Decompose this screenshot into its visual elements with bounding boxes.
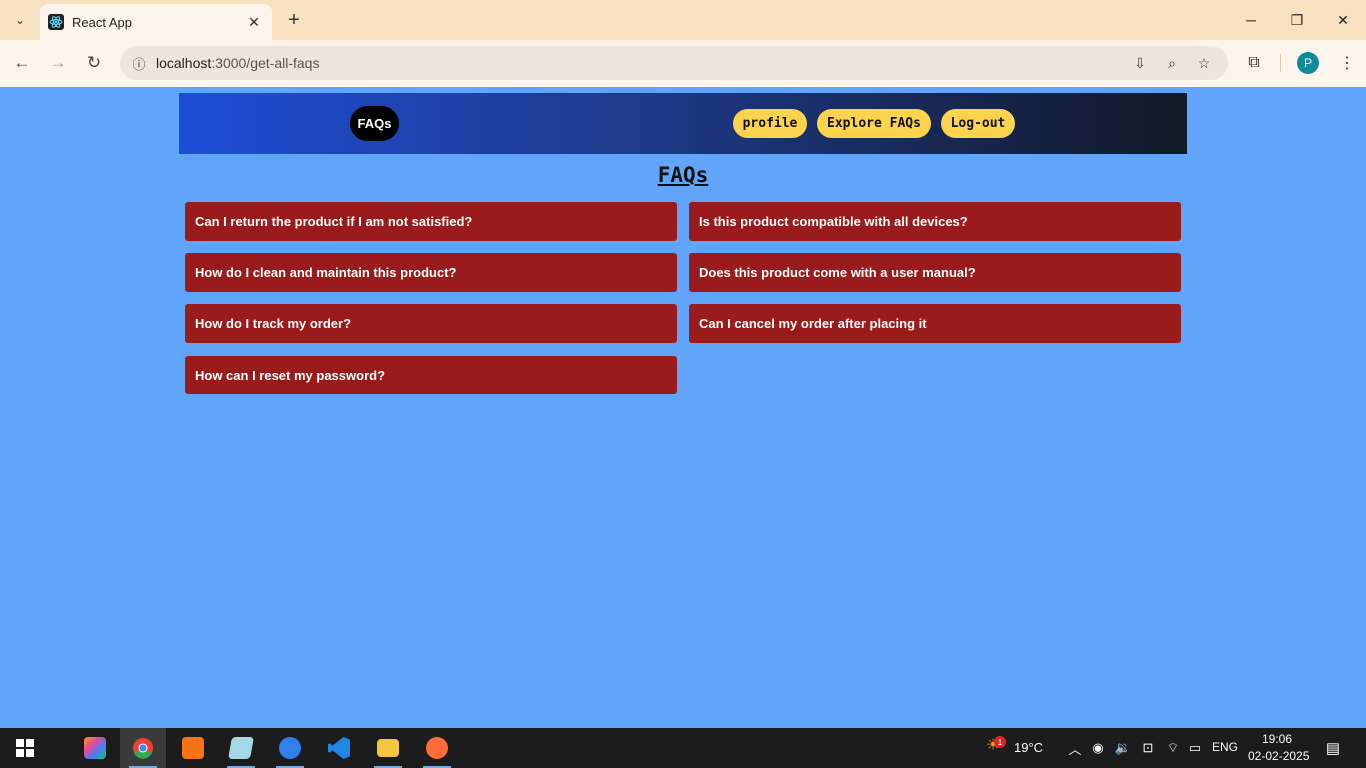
faq-item[interactable]: Does this product come with a user manua… (689, 253, 1181, 292)
language-indicator[interactable]: ENG (1212, 740, 1238, 754)
address-bar[interactable]: ⓘ localhost:3000/get-all-faqs (120, 46, 1228, 80)
new-tab-plus-icon[interactable]: + (282, 8, 306, 32)
clock-time[interactable]: 19:06 (1262, 732, 1292, 746)
postman-icon[interactable] (414, 728, 460, 768)
weather-badge: 1 (994, 736, 1006, 748)
profile-avatar[interactable]: P (1297, 52, 1319, 74)
toolbar-divider (1280, 54, 1281, 72)
wifi-icon[interactable]: ⌔ (1164, 740, 1182, 756)
notifications-icon[interactable]: ▤ (1324, 740, 1342, 757)
tab-title: React App (72, 14, 132, 30)
nav-profile-button[interactable]: profile (733, 109, 807, 138)
nav-explore-faqs-button[interactable]: Explore FAQs (817, 109, 931, 138)
faq-item[interactable]: How do I clean and maintain this product… (185, 253, 677, 292)
chrome-icon[interactable] (120, 728, 166, 768)
site-navbar: FAQs profile Explore FAQs Log-out (179, 93, 1187, 154)
windows-taskbar: ☀ 1 19°C ︿ ◉ 🔉 ⊡ ⌔ ▭ ENG 19:06 02-02-202… (0, 728, 1366, 768)
tab-search-chevron-icon[interactable]: ⌄ (8, 8, 32, 32)
faq-item[interactable]: How do I track my order? (185, 304, 677, 343)
nav-logout-button[interactable]: Log-out (941, 109, 1015, 138)
volume-icon[interactable]: 🔉 (1114, 740, 1132, 756)
battery-icon[interactable]: ▭ (1186, 740, 1204, 756)
url-text[interactable]: localhost:3000/get-all-faqs (156, 55, 319, 71)
install-app-icon[interactable]: ⇩ (1130, 53, 1150, 73)
xampp-icon[interactable] (170, 728, 216, 768)
page-content: FAQs profile Explore FAQs Log-out FAQs C… (0, 87, 1366, 728)
faq-item[interactable]: Can I return the product if I am not sat… (185, 202, 677, 241)
site-info-icon[interactable]: ⓘ (122, 54, 156, 73)
menu-kebab-icon[interactable]: ⋮ (1333, 49, 1361, 77)
browser-toolbar: ← → ↻ ⓘ localhost:3000/get-all-faqs ⇩ ⌕ … (0, 40, 1366, 87)
notepad-icon[interactable] (218, 728, 264, 768)
extensions-puzzle-icon[interactable]: ⧉ (1240, 49, 1268, 77)
browser-tab[interactable]: React App ✕ (40, 4, 272, 40)
faq-item[interactable]: Is this product compatible with all devi… (689, 202, 1181, 241)
copilot-icon[interactable] (72, 728, 118, 768)
file-explorer-icon[interactable] (365, 728, 411, 768)
browser-tab-bar: ⌄ React App ✕ + ─ ❐ ✕ (0, 0, 1366, 40)
faq-item[interactable]: Can I cancel my order after placing it (689, 304, 1181, 343)
restore-icon[interactable]: ❐ (1274, 0, 1320, 40)
windows-logo-icon (16, 739, 34, 757)
start-windows-icon[interactable] (2, 728, 48, 768)
back-arrow-icon[interactable]: ← (7, 48, 37, 78)
clock-date[interactable]: 02-02-2025 (1248, 749, 1309, 763)
forward-arrow-icon[interactable]: → (43, 48, 73, 78)
camera-icon[interactable]: ⊡ (1139, 740, 1157, 756)
faq-item[interactable]: How can I reset my password? (185, 356, 677, 394)
meet-now-icon[interactable]: ◉ (1089, 740, 1107, 756)
page-title: FAQs (657, 163, 709, 187)
react-logo-icon (48, 14, 64, 30)
chevron-up-icon[interactable]: ︿ (1066, 740, 1084, 757)
bookmark-star-icon[interactable]: ☆ (1194, 53, 1214, 73)
tab-close-icon[interactable]: ✕ (244, 14, 264, 31)
window-close-icon[interactable]: ✕ (1320, 0, 1366, 40)
zoom-icon[interactable]: ⌕ (1162, 53, 1182, 73)
minimize-icon[interactable]: ─ (1228, 0, 1274, 40)
video-call-icon[interactable] (267, 728, 313, 768)
reload-icon[interactable]: ↻ (79, 48, 109, 78)
brand-faqs[interactable]: FAQs (350, 106, 399, 141)
vscode-icon[interactable] (316, 728, 362, 768)
weather-temperature[interactable]: 19°C (1014, 740, 1043, 755)
